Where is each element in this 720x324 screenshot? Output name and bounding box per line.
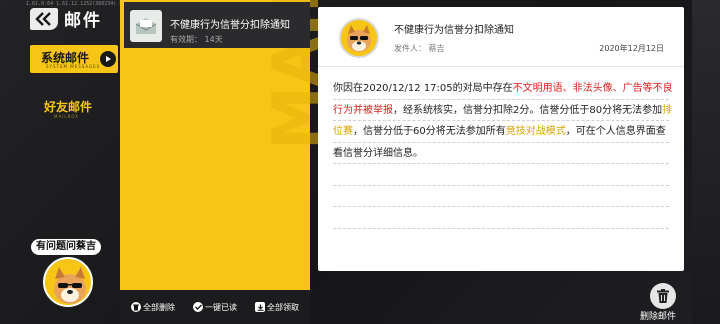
- double-chevron-left-icon: [35, 11, 51, 26]
- delete-mail-label: 删除邮件: [640, 312, 677, 322]
- dog-face-icon: [347, 25, 371, 52]
- header: 邮件: [30, 6, 102, 31]
- checkmark-icon: [193, 302, 203, 312]
- back-button[interactable]: [30, 7, 58, 30]
- mail-item-expiry-value: 14天: [204, 35, 223, 44]
- read-all-button[interactable]: 一键已读: [193, 302, 237, 313]
- delete-mail-button[interactable]: 删除邮件: [640, 283, 690, 323]
- body-text-3: ，信誉分低于60分将无法参加所有: [353, 126, 506, 137]
- mail-detail-title: 不健康行为信誉分扣除通知: [394, 25, 514, 36]
- decorative-side-strip: [692, 0, 720, 324]
- ruled-line: [333, 185, 669, 186]
- ruled-line: [333, 120, 669, 121]
- claim-all-button[interactable]: 全部领取: [255, 302, 299, 313]
- read-all-label: 一键已读: [205, 302, 237, 312]
- ruled-line: [333, 163, 669, 164]
- mail-detail-body: 你因在2020/12/12 17:05的对局中存在不文明用语、非法头像、广告等不…: [333, 78, 673, 164]
- ruled-line: [333, 206, 669, 207]
- sender-label: 发件人：: [394, 44, 426, 53]
- help-dog-avatar[interactable]: [43, 257, 93, 307]
- tab-friend-mail[interactable]: 好友邮件 MAILBOX: [40, 96, 110, 124]
- help-button-label[interactable]: 有问题问蔡吉: [31, 239, 101, 255]
- trash-icon: [131, 302, 141, 312]
- mail-list-panel: MAIL 不健康行为信誉分扣除通知 有效期： 14天 全部删除 一键已读 全部领…: [120, 0, 334, 324]
- ruled-line: [333, 228, 669, 229]
- ruled-line: [333, 99, 669, 100]
- mail-item-title: 不健康行为信誉分扣除通知: [170, 20, 290, 31]
- mail-detail-header: 不健康行为信誉分扣除通知 发件人： 蔡吉 2020年12月12日: [318, 7, 684, 67]
- mail-item-expiry-label: 有效期：: [170, 35, 202, 44]
- body-text-2: ，经系统核实，信誉分扣除2分。信誉分低于80分将无法参加: [393, 104, 663, 116]
- sender-name: 蔡吉: [428, 44, 445, 53]
- tab-friend-mail-sublabel: MAILBOX: [54, 114, 79, 119]
- mail-list-item[interactable]: 不健康行为信誉分扣除通知 有效期： 14天: [120, 2, 310, 48]
- download-icon: [255, 302, 265, 312]
- sender-avatar: [339, 18, 379, 58]
- mail-item-expiry: 有效期： 14天: [170, 34, 223, 45]
- dog-face-icon: [54, 267, 86, 305]
- tab-system-mail[interactable]: 系统邮件 SYSTEM MESSAGES: [30, 45, 118, 73]
- body-highlight-competitive: 竞技对战模式: [505, 126, 566, 137]
- ruled-line: [333, 142, 669, 143]
- tab-friend-mail-label: 好友邮件: [44, 100, 93, 114]
- envelope-open-icon: [130, 10, 162, 42]
- delete-all-button[interactable]: 全部删除: [131, 302, 175, 313]
- mail-detail-sender: 发件人： 蔡吉: [394, 43, 445, 54]
- claim-all-label: 全部领取: [267, 302, 299, 312]
- sidebar: 邮件 系统邮件 SYSTEM MESSAGES 好友邮件 MAILBOX 有问题…: [0, 0, 120, 324]
- page-title: 邮件: [64, 11, 102, 31]
- play-arrow-icon: [100, 51, 116, 67]
- body-text-1: 你因在2020/12/12 17:05的对局中存在: [333, 83, 513, 94]
- tab-system-mail-sublabel: SYSTEM MESSAGES: [46, 64, 101, 69]
- list-action-bar: 全部删除 一键已读 全部领取: [120, 290, 310, 324]
- mail-detail-panel: 不健康行为信誉分扣除通知 发件人： 蔡吉 2020年12月12日 你因在2020…: [318, 7, 684, 271]
- trash-icon: [650, 283, 676, 309]
- delete-all-label: 全部删除: [143, 302, 175, 312]
- mail-detail-date: 2020年12月12日: [599, 44, 664, 53]
